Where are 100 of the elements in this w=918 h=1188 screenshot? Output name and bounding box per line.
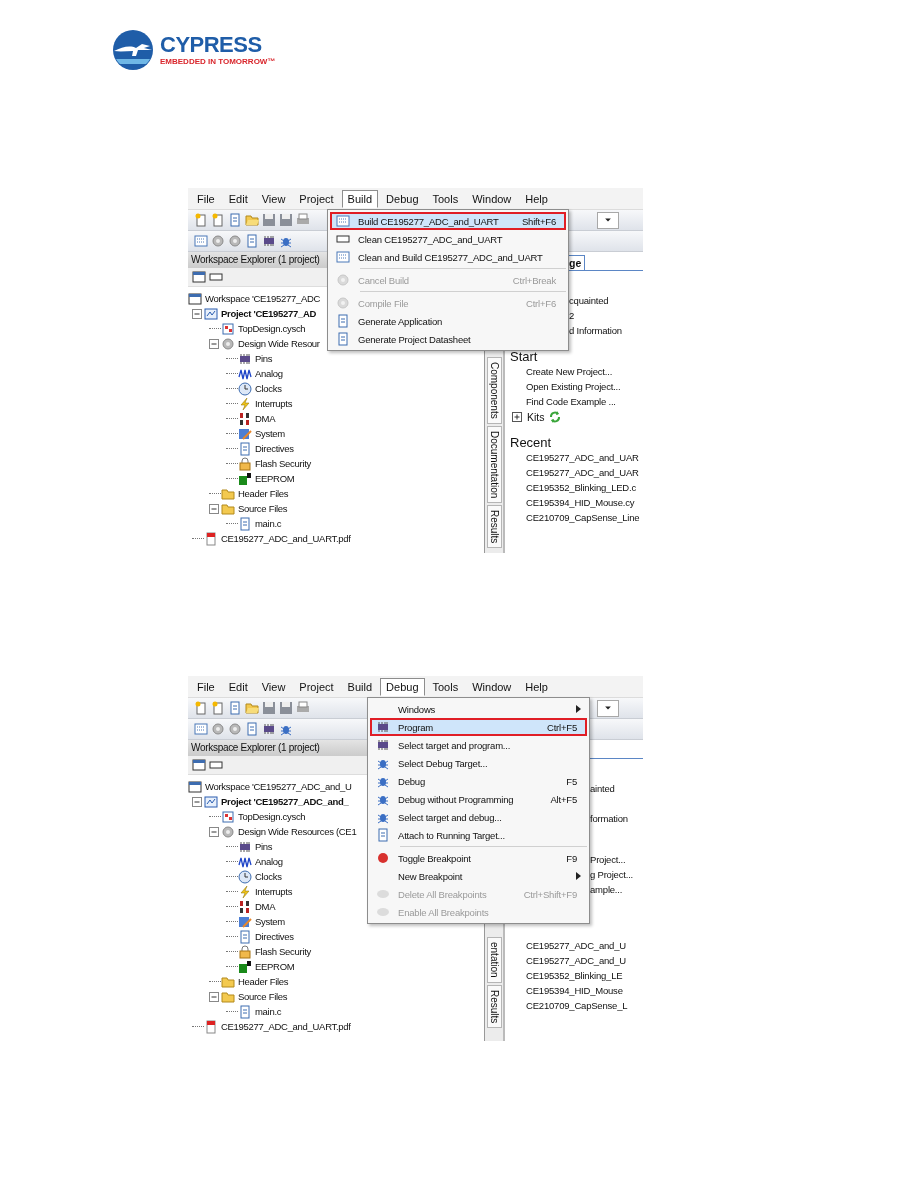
menu-item[interactable]: Windows: [370, 700, 587, 718]
new-file-icon[interactable]: [211, 701, 225, 715]
menu-item[interactable]: Clean CE195277_ADC_and_UART: [330, 230, 566, 248]
collapse-icon[interactable]: [207, 336, 221, 351]
menu-bar-item[interactable]: Debug: [380, 677, 425, 696]
start-link[interactable]: Create New Project...: [526, 364, 613, 379]
document-icon[interactable]: [228, 701, 242, 715]
recent-project-link[interactable]: CE195352_Blinking_LED.c: [526, 480, 636, 495]
menu-bar-item[interactable]: Help: [519, 677, 554, 696]
chip-icon[interactable]: [262, 722, 276, 736]
tree-item[interactable]: Header Files: [238, 976, 289, 987]
menu-bar-item[interactable]: Build: [341, 677, 379, 696]
new-file-icon[interactable]: [194, 213, 208, 227]
tree-item[interactable]: DMA: [255, 901, 276, 912]
menu-item[interactable]: Generate Project Datasheet: [330, 330, 566, 348]
tree-item[interactable]: Source Files: [238, 503, 288, 514]
kits-item[interactable]: Kits: [527, 410, 545, 423]
side-tab[interactable]: Results: [486, 984, 502, 1028]
menu-item[interactable]: Select target and debug...: [370, 808, 587, 826]
tree-item[interactable]: Project 'CE195277_ADC_and_: [221, 796, 349, 807]
tree-item[interactable]: Workspace 'CE195277_ADC: [205, 293, 321, 304]
menu-item[interactable]: Program Ctrl+F5: [370, 718, 587, 736]
new-file-icon[interactable]: [211, 213, 225, 227]
save-icon[interactable]: [279, 213, 293, 227]
recent-project-link[interactable]: CE195352_Blinking_LE: [526, 968, 623, 983]
menu-bar-item[interactable]: View: [255, 189, 292, 208]
tree-item[interactable]: Design Wide Resources (CE1: [238, 826, 357, 837]
menu-bar-item[interactable]: Window: [466, 677, 518, 696]
tree-item[interactable]: Source Files: [238, 991, 288, 1002]
dropdown-field[interactable]: [597, 699, 619, 717]
menu-bar-item[interactable]: Debug: [380, 189, 425, 208]
save-icon[interactable]: [262, 701, 276, 715]
tree-item[interactable]: Clocks: [255, 383, 282, 394]
window-icon[interactable]: [192, 758, 206, 772]
tree-item[interactable]: EEPROM: [255, 473, 295, 484]
document-icon[interactable]: [228, 213, 242, 227]
tree-item[interactable]: Design Wide Resour: [238, 338, 320, 349]
menu-item[interactable]: Debug without Programming Alt+F5: [370, 790, 587, 808]
menu-item[interactable]: Build CE195277_ADC_and_UART Shift+F6: [330, 212, 566, 230]
tree-item[interactable]: Interrupts: [255, 886, 293, 897]
recent-project-link[interactable]: CE210709_CapSense_L: [526, 998, 628, 1013]
menu-bar-item[interactable]: Build: [341, 189, 379, 208]
window-icon[interactable]: [192, 270, 206, 284]
tree-item[interactable]: Analog: [255, 368, 283, 379]
start-link[interactable]: ample...: [590, 882, 623, 897]
tree-item[interactable]: Pins: [255, 353, 273, 364]
menu-bar-item[interactable]: View: [255, 677, 292, 696]
tree-item[interactable]: CE195277_ADC_and_UART.pdf: [221, 1021, 351, 1032]
tree-item[interactable]: TopDesign.cysch: [238, 811, 306, 822]
collapse-icon[interactable]: [190, 794, 204, 809]
menu-item[interactable]: Debug F5: [370, 772, 587, 790]
open-folder-icon[interactable]: [245, 701, 259, 715]
dropdown-field[interactable]: [597, 211, 619, 229]
frame-icon[interactable]: [209, 270, 223, 284]
menu-bar-item[interactable]: Help: [519, 189, 554, 208]
save-icon[interactable]: [262, 213, 276, 227]
open-folder-icon[interactable]: [245, 213, 259, 227]
recent-project-link[interactable]: CE195277_ADC_and_UAR: [526, 465, 639, 480]
start-link[interactable]: g Project...: [590, 867, 633, 882]
start-link[interactable]: Open Existing Project...: [526, 379, 621, 394]
recent-project-link[interactable]: CE195277_ADC_and_U: [526, 953, 626, 968]
tree-item[interactable]: CE195277_ADC_and_UART.pdf: [221, 533, 351, 544]
menu-bar-item[interactable]: Project: [293, 677, 340, 696]
printer-icon[interactable]: [296, 213, 310, 227]
menu-bar-item[interactable]: File: [191, 189, 221, 208]
menu-bar-item[interactable]: Edit: [222, 677, 254, 696]
recent-project-link[interactable]: CE195394_HID_Mouse.cy: [526, 495, 635, 510]
collapse-icon[interactable]: [207, 989, 221, 1004]
menu-bar-item[interactable]: Window: [466, 189, 518, 208]
side-tab[interactable]: Results: [486, 504, 502, 549]
tree-item[interactable]: System: [255, 916, 285, 927]
tree-item[interactable]: EEPROM: [255, 961, 295, 972]
tree-item[interactable]: System: [255, 428, 285, 439]
tree-item[interactable]: main.c: [255, 518, 282, 529]
tree-item[interactable]: Analog: [255, 856, 283, 867]
tree-item[interactable]: Interrupts: [255, 398, 293, 409]
menu-item[interactable]: Toggle Breakpoint F9: [370, 849, 587, 867]
recent-project-link[interactable]: CE195394_HID_Mouse: [526, 983, 623, 998]
menu-bar-item[interactable]: Tools: [426, 677, 465, 696]
collapse-icon[interactable]: [207, 824, 221, 839]
tree-item[interactable]: Workspace 'CE195277_ADC_and_U: [205, 781, 352, 792]
expand-icon[interactable]: [510, 409, 524, 424]
side-tab[interactable]: Documentation: [486, 425, 502, 503]
frame-icon[interactable]: [209, 758, 223, 772]
side-tab[interactable]: Components: [486, 357, 502, 424]
tree-item[interactable]: Project 'CE195277_AD: [221, 308, 316, 319]
printer-icon[interactable]: [296, 701, 310, 715]
tree-item[interactable]: Clocks: [255, 871, 282, 882]
tree-item[interactable]: Directives: [255, 443, 294, 454]
menu-item[interactable]: Select Debug Target...: [370, 754, 587, 772]
side-tab[interactable]: entation: [486, 937, 502, 983]
tree-item[interactable]: main.c: [255, 1006, 282, 1017]
menu-item[interactable]: Attach to Running Target...: [370, 826, 587, 844]
tree-item[interactable]: Header Files: [238, 488, 289, 499]
menu-bar-item[interactable]: Edit: [222, 189, 254, 208]
tree-item[interactable]: DMA: [255, 413, 276, 424]
start-link[interactable]: Project...: [590, 852, 626, 867]
save-icon[interactable]: [279, 701, 293, 715]
menu-bar-item[interactable]: Tools: [426, 189, 465, 208]
start-link[interactable]: Find Code Example ...: [526, 394, 616, 409]
